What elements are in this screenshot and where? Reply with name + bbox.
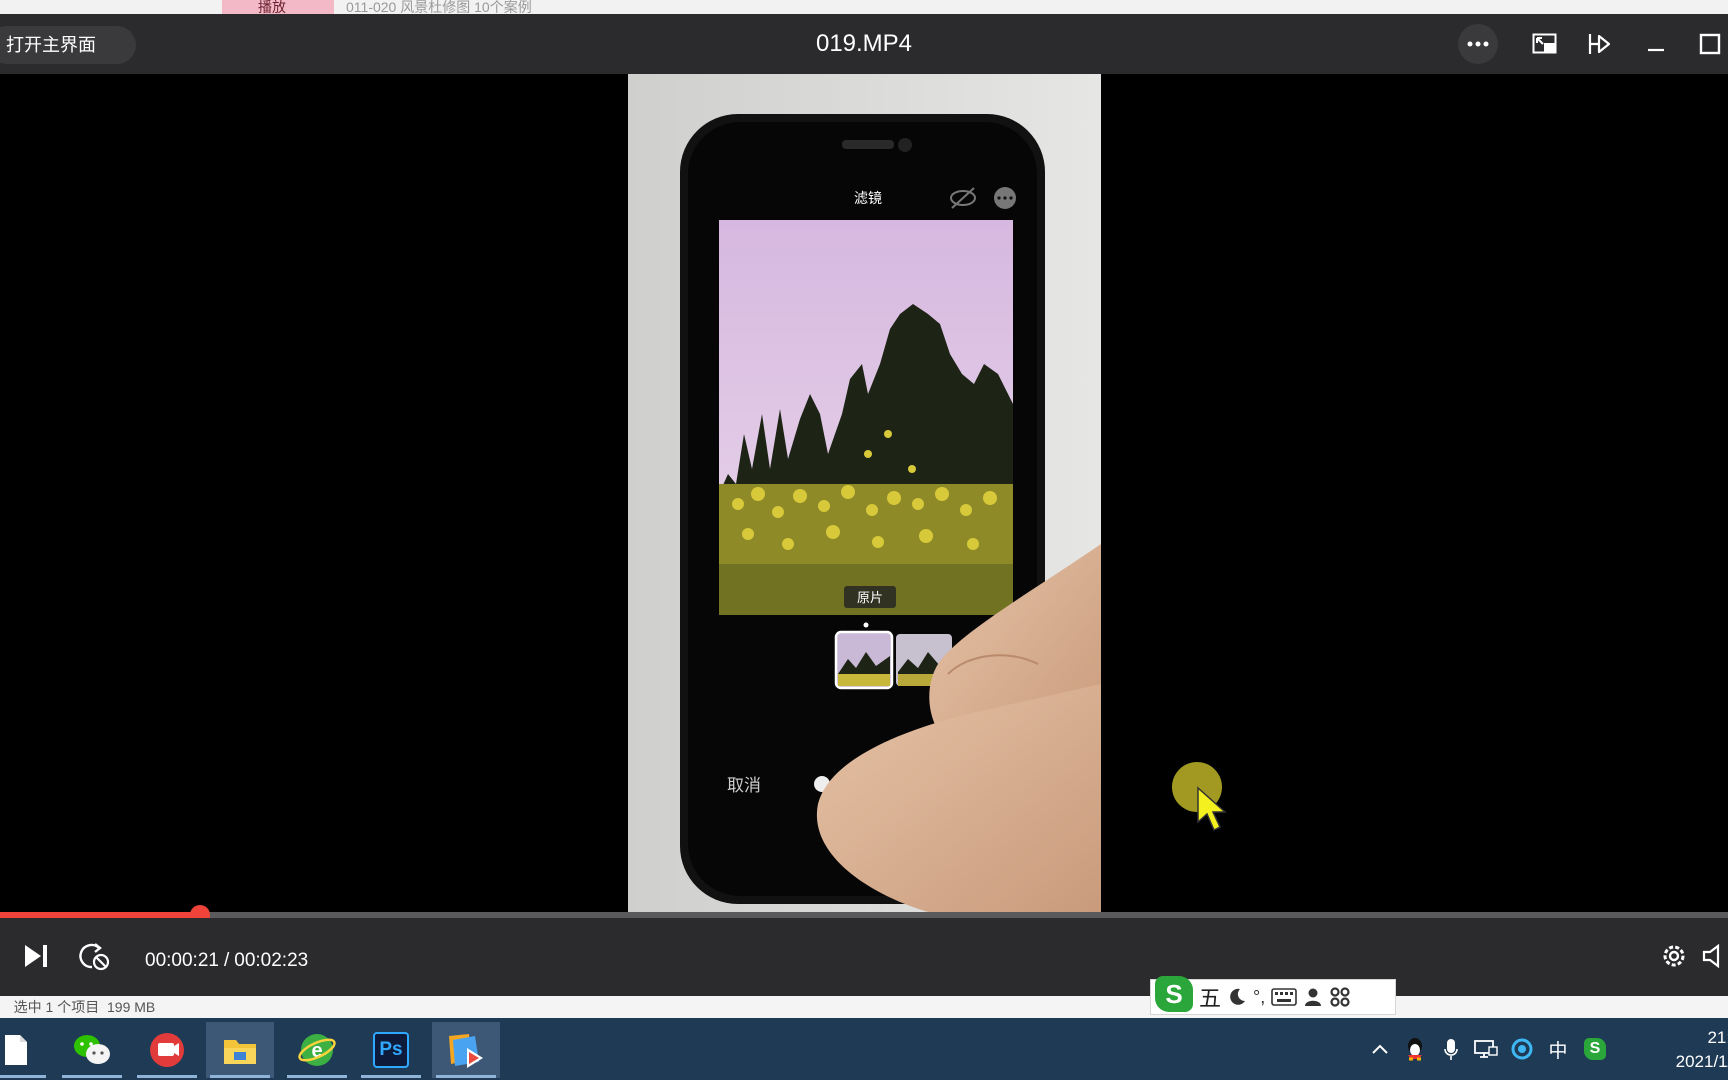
open-main-interface-button[interactable]: 打开主界面 [0, 26, 136, 64]
punctuation-icon[interactable]: °, [1253, 987, 1265, 1008]
input-language-indicator[interactable]: 中 [1542, 1018, 1574, 1080]
tray-overflow-icon[interactable] [1366, 1018, 1394, 1080]
minimize-icon[interactable] [1636, 24, 1676, 64]
windows-taskbar: e Ps 中 S 21:26 2021/11/8 [0, 1018, 1728, 1080]
qq-tray-icon[interactable] [1400, 1018, 1430, 1080]
photoshop-icon: Ps [373, 1032, 409, 1068]
wechat-icon [74, 1035, 110, 1064]
active-indicator [361, 1075, 421, 1078]
phone-cancel-label: 取消 [727, 776, 761, 795]
moon-icon[interactable] [1227, 987, 1247, 1007]
ime-mode-label[interactable]: 五 [1199, 981, 1221, 1013]
taskbar-app-wechat[interactable] [58, 1022, 126, 1078]
microphone-tray-icon[interactable] [1436, 1018, 1466, 1080]
active-indicator [0, 1075, 46, 1078]
mini-mode-icon[interactable] [1525, 24, 1565, 64]
background-tab[interactable]: 播放 [222, 0, 334, 14]
active-indicator [436, 1075, 496, 1078]
total-time: 00:02:23 [234, 950, 309, 971]
taskbar-app-recorder[interactable] [133, 1022, 201, 1078]
pin-icon[interactable] [1580, 24, 1620, 64]
active-indicator [210, 1075, 270, 1078]
time-display: 00:00:21/00:02:23 [145, 918, 308, 996]
file-explorer-icon [224, 1040, 256, 1064]
taskbar-app-explorer[interactable] [206, 1022, 274, 1078]
video-frame: 滤镜 原片 取消 [628, 74, 1101, 912]
playback-controls: 00:00:21/00:02:23 [0, 918, 1728, 996]
filter-name-label: 原片 [857, 590, 883, 605]
active-indicator [62, 1075, 122, 1078]
browser-icon: e [298, 1034, 336, 1066]
screen-recorder-icon [150, 1033, 184, 1067]
keyboard-icon[interactable] [1271, 988, 1298, 1006]
time-separator: / [223, 950, 230, 971]
cloud-sync-tray-icon[interactable] [1506, 1018, 1538, 1080]
taskbar-clock[interactable]: 21:26 2021/11/8 [1630, 1026, 1728, 1074]
video-viewport[interactable]: 滤镜 原片 取消 [0, 74, 1728, 912]
mouse-cursor-icon [1197, 786, 1227, 832]
active-indicator [287, 1075, 347, 1078]
apps-icon[interactable] [1329, 986, 1351, 1008]
more-icon[interactable] [1458, 24, 1498, 64]
player-titlebar: 打开主界面 019.MP4 [0, 14, 1728, 74]
ime-toolbar: S 五 °, [1150, 976, 1396, 1015]
active-indicator [137, 1075, 197, 1078]
user-icon[interactable] [1303, 987, 1323, 1007]
clock-time: 21:26 [1707, 1028, 1728, 1047]
taskbar-app-browser[interactable]: e [283, 1022, 351, 1078]
phone-more-icon [994, 187, 1016, 209]
settings-icon[interactable] [1654, 936, 1694, 976]
maximize-icon[interactable] [1690, 24, 1728, 64]
sogou-logo-icon[interactable]: S [1155, 976, 1193, 1012]
background-status-bar: 选中 1 个项目 199 MB [0, 996, 1728, 1018]
loop-off-icon[interactable] [74, 936, 114, 976]
taskbar-app-video-player[interactable] [432, 1022, 500, 1078]
background-path: 011-020 风景杜修图 10个案例 [346, 0, 532, 14]
sogou-tray-icon[interactable]: S [1578, 1018, 1612, 1080]
taskbar-app-file[interactable] [0, 1022, 50, 1078]
clock-date: 2021/11/8 [1675, 1052, 1728, 1071]
file-icon [5, 1035, 27, 1065]
volume-icon[interactable] [1700, 936, 1728, 976]
current-time: 00:00:21 [145, 950, 219, 971]
video-player-icon [449, 1034, 483, 1068]
play-next-icon[interactable] [16, 936, 56, 976]
taskbar-app-photoshop[interactable]: Ps [357, 1022, 425, 1078]
background-window-strip: 播放 011-020 风景杜修图 10个案例 [0, 0, 1728, 14]
network-tray-icon[interactable] [1470, 1018, 1502, 1080]
phone-header-title: 滤镜 [854, 190, 882, 206]
